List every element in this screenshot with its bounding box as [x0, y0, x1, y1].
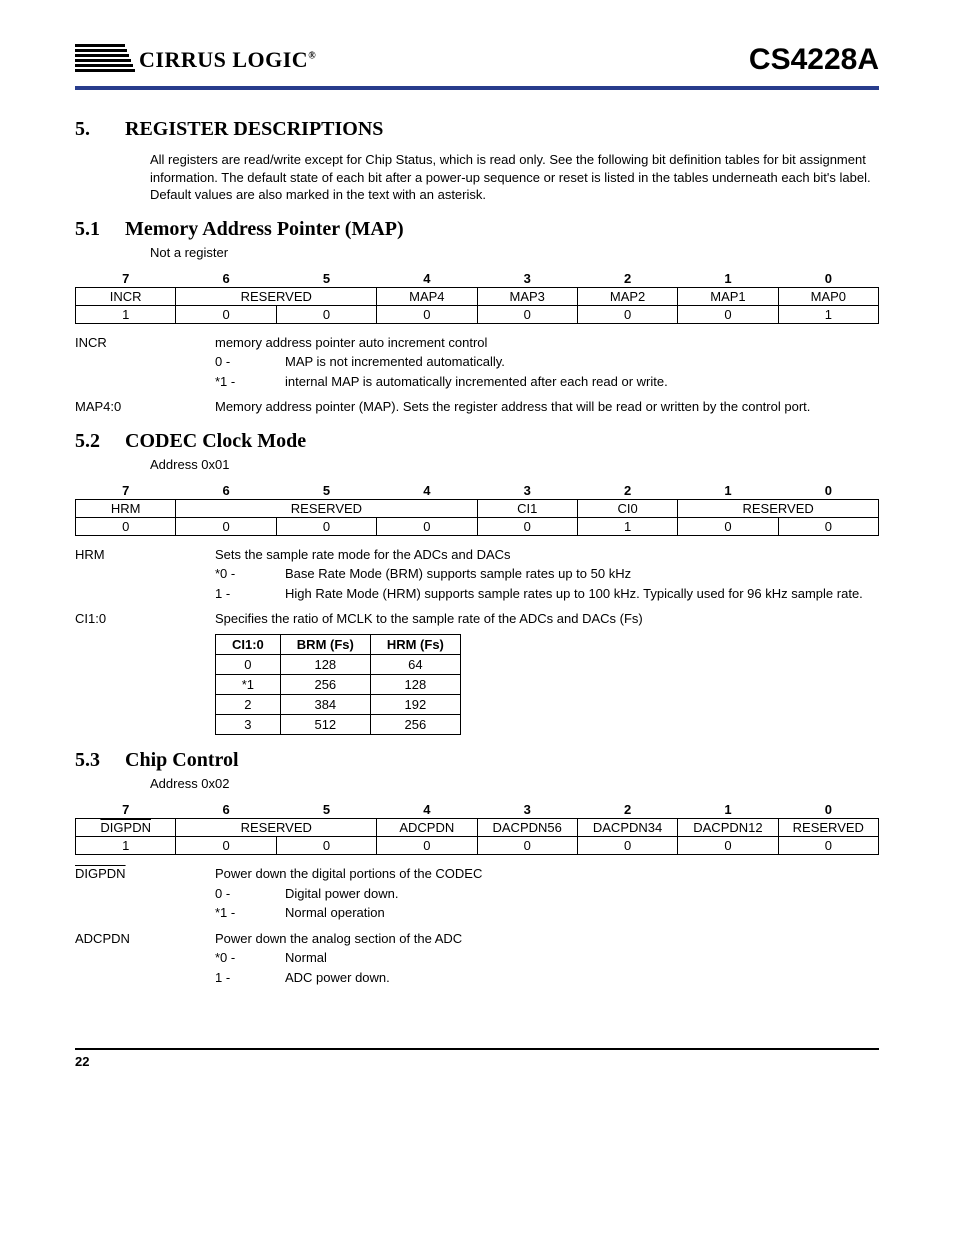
table-row: 2384192	[216, 695, 461, 715]
hrm-definition: HRM Sets the sample rate mode for the AD…	[75, 546, 879, 605]
map-bit-table: 7 6 5 4 3 2 1 0 INCR RESERVED MAP4 MAP3 …	[75, 270, 879, 324]
not-a-register-note: Not a register	[150, 245, 879, 260]
ci-definition: CI1:0 Specifies the ratio of MCLK to the…	[75, 610, 879, 628]
section-5-3-heading: 5.3Chip Control	[75, 749, 879, 772]
adcpdn-definition: ADCPDN Power down the analog section of …	[75, 930, 879, 989]
page-footer: 22	[75, 1048, 879, 1069]
logo-bars-icon	[75, 40, 135, 80]
table-row: 0 0 0 0 0 1 0 0	[76, 517, 879, 535]
table-row: 1 0 0 0 0 0 0 0	[76, 837, 879, 855]
section-5-1-heading: 5.1Memory Address Pointer (MAP)	[75, 218, 879, 241]
map-definition: MAP4:0 Memory address pointer (MAP). Set…	[75, 398, 879, 416]
table-row: HRM RESERVED CI1 CI0 RESERVED	[76, 499, 879, 517]
table-row: *1256128	[216, 675, 461, 695]
table-row: INCR RESERVED MAP4 MAP3 MAP2 MAP1 MAP0	[76, 287, 879, 305]
address-0x01: Address 0x01	[150, 457, 879, 472]
table-row: DIGPDN RESERVED ADCPDN DACPDN56 DACPDN34…	[76, 819, 879, 837]
page-header: CIRRUS LOGIC® CS4228A	[75, 40, 879, 90]
table-row: 012864	[216, 655, 461, 675]
table-row: 1 0 0 0 0 0 0 1	[76, 305, 879, 323]
ci-ratio-table: CI1:0BRM (Fs)HRM (Fs) 012864 *1256128 23…	[215, 634, 461, 735]
section-5-heading: 5.REGISTER DESCRIPTIONS	[75, 118, 879, 141]
digpdn-definition: DIGPDN Power down the digital portions o…	[75, 865, 879, 924]
codec-clock-bit-table: 7 6 5 4 3 2 1 0 HRM RESERVED CI1 CI0 RES…	[75, 482, 879, 536]
section-5-intro: All registers are read/write except for …	[150, 151, 879, 204]
incr-definition: INCR memory address pointer auto increme…	[75, 334, 879, 393]
company-name: CIRRUS LOGIC®	[139, 47, 316, 73]
address-0x02: Address 0x02	[150, 776, 879, 791]
part-number: CS4228A	[749, 43, 879, 77]
table-row: 3512256	[216, 715, 461, 735]
company-logo: CIRRUS LOGIC®	[75, 40, 316, 80]
chip-control-bit-table: 7 6 5 4 3 2 1 0 DIGPDN RESERVED ADCPDN D…	[75, 801, 879, 855]
page-number: 22	[75, 1054, 89, 1069]
section-5-2-heading: 5.2CODEC Clock Mode	[75, 430, 879, 453]
